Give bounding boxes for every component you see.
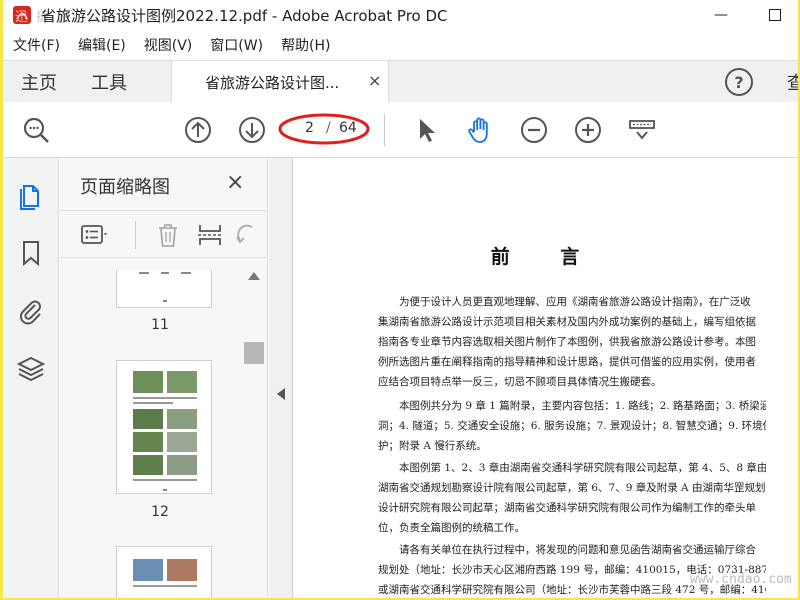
thumb-page-number: [163, 489, 167, 491]
menu-file[interactable]: 文件(F): [13, 35, 60, 55]
document-line: 位，负责全篇图例的统稿工作。: [378, 522, 525, 534]
tab-tools[interactable]: 工具: [91, 69, 127, 95]
thumb-photo: [167, 371, 197, 393]
rotate-icon[interactable]: [232, 221, 260, 249]
document-paragraph-1: 为便于设计人员更直观地理解、应用《湖南省旅游公路设计指南》，在广泛收 集湖南省旅…: [378, 292, 766, 392]
options-menu-icon[interactable]: [80, 221, 108, 249]
document-view[interactable]: 前 言 为便于设计人员更直观地理解、应用《湖南省旅游公路设计指南》，在广泛收 集…: [294, 158, 798, 598]
total-pages: 64: [339, 120, 357, 136]
zoom-out-icon[interactable]: [519, 115, 549, 145]
document-heading: 前 言: [490, 246, 602, 268]
attachments-icon[interactable]: [16, 296, 46, 326]
panel-toolbar: [60, 210, 268, 258]
panel-splitter[interactable]: [269, 158, 293, 598]
extract-pages-icon[interactable]: [196, 221, 224, 249]
document-line: 湖南省交通规划勘察设计院有限公司起草，第 6、7、9 章及附录 A 由湖南华罡规…: [378, 482, 766, 494]
title-bar: 迅 捷 网 省旅游公路设计图例2022.12.pdf - Adobe Acrob…: [3, 0, 798, 30]
thumb-text-mark: [133, 397, 197, 399]
page-display-icon[interactable]: [627, 115, 657, 145]
thumb-photo: [133, 455, 163, 475]
thumbnail-label-12: 12: [151, 504, 169, 520]
tab-document-label: 省旅游公路设计图...: [205, 74, 340, 92]
document-line: 护；附录 A 慢行系统。: [378, 440, 487, 452]
thumb-photo: [167, 409, 197, 429]
document-paragraph-3: 本图例第 1、2、3 章由湖南省交通科学研究院有限公司起草，第 4、5、8 章由…: [378, 458, 766, 538]
previous-page-icon[interactable]: [183, 115, 213, 145]
bookmarks-icon[interactable]: [16, 238, 46, 268]
tab-document[interactable]: 省旅游公路设计图... ×: [171, 61, 389, 103]
tab-bar: 主页 工具 省旅游公路设计图... × ? 查: [3, 60, 798, 103]
thumb-photo: [133, 409, 163, 429]
tab-close-button[interactable]: ×: [368, 71, 381, 90]
thumb-photo: [167, 432, 197, 452]
page-thumbnail-11[interactable]: [116, 270, 212, 308]
document-paragraph-2: 本图例共分为 9 章 1 篇附录，主要内容包括：1. 路线；2. 路基路面；3.…: [378, 396, 766, 456]
scroll-up-arrow[interactable]: [248, 272, 260, 280]
navigation-rail: [3, 158, 59, 598]
thumbnails-scrollbar[interactable]: [244, 270, 264, 598]
document-line: 本图例共分为 9 章 1 篇附录，主要内容包括：1. 路线；2. 路基路面；3.…: [378, 400, 766, 412]
watermark-url: www.cndao.com: [690, 572, 792, 587]
document-line: 设计研究院有限公司起草；湖南省交通科学研究院有限公司作为编制工作的牵头单: [378, 502, 756, 514]
window-title: 省旅游公路设计图例2022.12.pdf - Adobe Acrobat Pro…: [41, 7, 448, 25]
toolbar-divider: [384, 114, 385, 146]
panel-close-button[interactable]: ×: [226, 170, 244, 195]
thumb-text-mark: [133, 585, 197, 587]
next-page-icon[interactable]: [237, 115, 267, 145]
thumb-photo: [167, 559, 197, 581]
thumb-photo: [167, 455, 197, 475]
document-line: 洞；4. 隧道；5. 交通安全设施；6. 服务设施；7. 景观设计；8. 智慧交…: [378, 420, 766, 432]
select-cursor-icon[interactable]: [411, 115, 441, 145]
maximize-button[interactable]: [755, 0, 795, 30]
page-number-box[interactable]: 2 / 64: [278, 113, 370, 146]
thumb-photo: [133, 432, 163, 452]
page-thumbnail-13[interactable]: [116, 546, 212, 598]
page-separator: /: [326, 120, 331, 136]
help-button[interactable]: ?: [725, 68, 753, 96]
delete-page-icon[interactable]: [154, 221, 182, 249]
acrobat-window: 迅 捷 网 省旅游公路设计图例2022.12.pdf - Adobe Acrob…: [3, 0, 798, 598]
minimize-button[interactable]: —: [701, 0, 741, 30]
document-paragraph-4: 请各有关单位在执行过程中，将发现的问题和意见函告湖南省交通运输厅综合 规划处（地…: [378, 540, 766, 598]
menu-help[interactable]: 帮助(H): [281, 35, 330, 55]
zoom-search-icon[interactable]: [21, 115, 51, 145]
document-line: 指南各专业章节内容选取相关图片制作了本图例，供我省旅游公路设计参考。本图: [378, 336, 756, 348]
document-line: 例所选图片重在阐释指南的指导精神和设计思路，提供可借鉴的应用实例，使用者: [378, 356, 756, 368]
page-thumbnail-12[interactable]: [116, 360, 212, 494]
layers-icon[interactable]: [16, 354, 46, 384]
page-thumbnails-icon[interactable]: [16, 180, 46, 210]
panel-title: 页面缩略图: [80, 177, 170, 198]
hand-tool-icon[interactable]: [465, 115, 495, 145]
maximize-icon: [769, 9, 781, 21]
main-toolbar: 2 / 64: [3, 102, 798, 158]
thumbnails-panel: 页面缩略图 × 11 12: [60, 158, 268, 598]
scroll-thumb[interactable]: [244, 342, 264, 364]
thumb-text-mark: [181, 272, 191, 274]
document-line: 请各有关单位在执行过程中，将发现的问题和意见函告湖南省交通运输厅综合: [378, 544, 756, 556]
thumb-text-mark: [133, 402, 173, 404]
thumb-text-mark: [139, 272, 149, 274]
thumbnail-label-11: 11: [151, 317, 169, 333]
current-page-input[interactable]: 2: [305, 120, 314, 136]
document-line: 集湖南省旅游公路设计示范项目相关素材及国内外成功案例的基础上，编写组依据: [378, 316, 756, 328]
document-line: 本图例第 1、2、3 章由湖南省交通科学研究院有限公司起草，第 4、5、8 章由: [378, 462, 766, 474]
thumb-text-mark: [133, 479, 197, 481]
menu-window[interactable]: 窗口(W): [210, 35, 263, 55]
zoom-in-icon[interactable]: [573, 115, 603, 145]
tab-home[interactable]: 主页: [21, 69, 57, 95]
panel-toolbar-divider: [135, 221, 136, 249]
menu-view[interactable]: 视图(V): [144, 35, 193, 55]
thumb-photo: [133, 559, 163, 581]
menu-bar: 文件(F) 编辑(E) 视图(V) 窗口(W) 帮助(H): [3, 32, 798, 58]
thumb-text-mark: [161, 272, 169, 274]
document-line: 为便于设计人员更直观地理解、应用《湖南省旅游公路设计指南》，在广泛收: [378, 296, 751, 308]
document-line: 应结合项目特点举一反三，切忌不顾项目具体情况生搬硬套。: [378, 376, 662, 388]
collapse-panel-arrow[interactable]: [277, 388, 285, 400]
thumb-photo: [133, 371, 163, 393]
thumb-page-number: [163, 300, 167, 302]
search-label-truncated[interactable]: 查: [787, 69, 798, 95]
menu-edit[interactable]: 编辑(E): [78, 35, 126, 55]
